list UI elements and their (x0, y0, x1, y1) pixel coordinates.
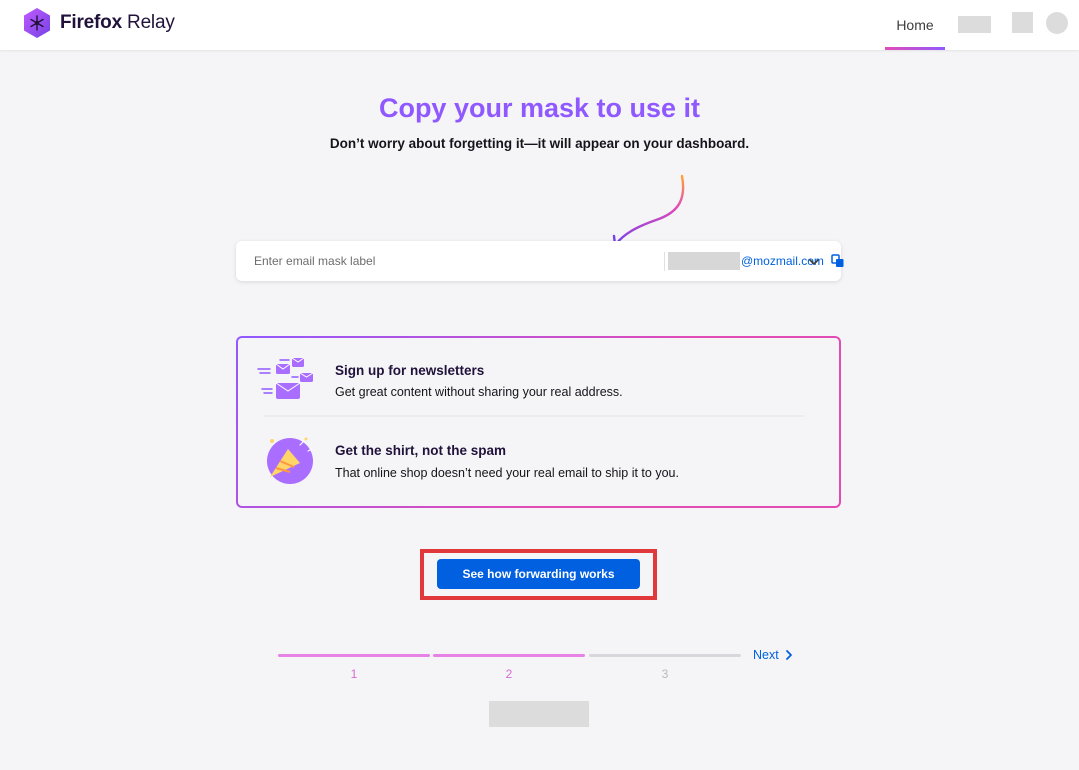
logo-wordmark: Firefox Relay (60, 12, 175, 33)
firefox-relay-logo[interactable]: Firefox Relay (22, 7, 175, 39)
page-title: Copy your mask to use it (378, 93, 701, 123)
next-step-link[interactable]: Next (753, 648, 793, 662)
redacted-menu-icon[interactable] (1012, 12, 1033, 33)
see-how-forwarding-works-button[interactable]: See how forwarding works (437, 559, 640, 589)
chevron-right-icon (785, 650, 792, 660)
copy-icon[interactable] (831, 254, 845, 268)
mask-divider (664, 252, 665, 271)
progress-step-1-label: 1 (350, 667, 358, 681)
party-popper-icon (267, 437, 313, 484)
progress-step-3-label: 3 (661, 667, 669, 681)
tips-card: Sign up for newsletters Get great conten… (236, 336, 841, 508)
mask-card: @mozmail.com (236, 241, 844, 281)
tip-body-shirt: That online shop doesn’t need your real … (335, 466, 679, 480)
tips-divider (264, 415, 804, 417)
avatar[interactable] (1046, 12, 1068, 34)
progress-step-3-bar (589, 654, 741, 657)
progress-step-2-label: 2 (505, 667, 513, 681)
mask-label-input[interactable] (246, 249, 416, 273)
chevron-down-icon[interactable] (807, 255, 821, 269)
nav-home-link[interactable]: Home (885, 0, 945, 50)
page-subtitle: Don’t worry about forgetting it—it will … (329, 136, 750, 151)
mask-address-redacted (668, 252, 740, 270)
next-step-label: Next (753, 648, 779, 662)
progress-step-2-bar (433, 654, 585, 657)
progress-step-1-bar (278, 654, 430, 657)
redacted-nav-item[interactable] (958, 16, 991, 33)
relay-logo-icon (24, 8, 50, 38)
tip-title-shirt: Get the shirt, not the spam (335, 443, 507, 458)
redacted-skip-link[interactable] (489, 701, 589, 727)
tip-body-newsletters: Get great content without sharing your r… (335, 385, 623, 399)
curved-arrow-icon (612, 174, 685, 247)
envelopes-icon (257, 357, 314, 399)
top-navigation-bar: Firefox Relay Home (0, 0, 1079, 50)
tip-title-newsletters: Sign up for newsletters (335, 363, 485, 378)
